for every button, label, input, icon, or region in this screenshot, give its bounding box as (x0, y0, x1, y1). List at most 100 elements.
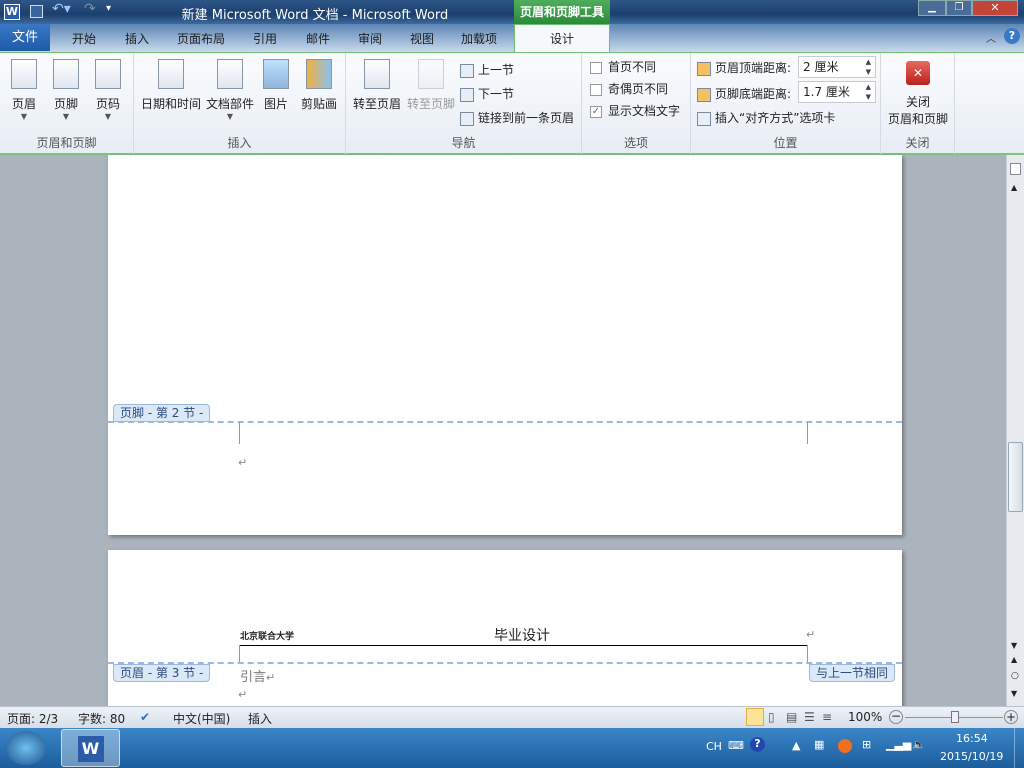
footer-button[interactable]: 页脚 ▼ (48, 59, 84, 121)
clipart-icon (306, 59, 332, 89)
body-text[interactable]: 引言↵ (240, 666, 275, 685)
previous-section-button[interactable]: 上一节 (460, 61, 514, 78)
windows-flag-icon[interactable]: ⊞ (862, 738, 871, 751)
header-distance-value: 2 厘米 (803, 60, 839, 74)
crop-mark (807, 645, 808, 663)
page-count[interactable]: 页面: 2/3 (7, 710, 58, 727)
goto-footer-label: 转至页脚 (406, 97, 455, 111)
close-header-footer-button[interactable]: ✕ 关闭 页眉和页脚 (883, 61, 953, 127)
ruler-toggle-icon[interactable] (1010, 163, 1021, 175)
security-tray-icon[interactable] (838, 739, 852, 753)
next-page-icon[interactable]: ▼ (1011, 689, 1017, 698)
spinner-arrows-icon[interactable]: ▲ ▼ (866, 82, 871, 102)
language[interactable]: 中文(中国) (173, 710, 230, 727)
header-distance-spinner[interactable]: 2 厘米 ▲ ▼ (798, 56, 876, 78)
undo-icon[interactable]: ↶▾ (52, 1, 71, 17)
tab-home[interactable]: 开始 (72, 28, 96, 50)
different-first-page-checkbox[interactable]: 首页不同 (590, 58, 656, 75)
picture-label: 图片 (263, 97, 288, 111)
quick-parts-icon (217, 59, 243, 89)
tab-addins[interactable]: 加载项 (461, 28, 497, 50)
proofing-icon[interactable]: ✔ (140, 710, 150, 724)
previous-section-label: 上一节 (478, 63, 515, 77)
paragraph-mark: ↵ (266, 671, 276, 684)
word-count[interactable]: 字数: 80 (78, 710, 125, 727)
footer-icon (53, 59, 79, 89)
datetime-button[interactable]: 日期和时间 (140, 59, 202, 112)
network-icon[interactable]: ▦ (814, 738, 824, 751)
header-title[interactable]: 毕业设计 (494, 625, 550, 645)
close-window-button[interactable]: ✕ (972, 0, 1018, 16)
browse-object-icon[interactable]: ○ (1011, 671, 1019, 681)
datetime-label: 日期和时间 (140, 97, 201, 111)
show-document-text-checkbox[interactable]: ✓ 显示文档文字 (590, 102, 680, 119)
next-section-label: 下一节 (478, 87, 515, 101)
show-hidden-icons[interactable]: ▲ (792, 739, 800, 752)
group-label: 插入 (227, 136, 252, 150)
scroll-up-icon[interactable]: ▲ (1011, 183, 1017, 192)
tab-review[interactable]: 审阅 (358, 28, 382, 50)
tab-file[interactable]: 文件 (0, 24, 50, 51)
page-number-button[interactable]: 页码 ▼ (90, 59, 126, 121)
insert-mode[interactable]: 插入 (248, 710, 272, 727)
clock-date[interactable]: 2015/10/19 (940, 750, 1003, 763)
tab-view[interactable]: 视图 (410, 28, 434, 50)
tab-design[interactable]: 设计 (514, 24, 610, 53)
checkbox-icon (590, 83, 602, 96)
clipart-button[interactable]: 剪贴画 (298, 59, 340, 112)
close-label-line1: 关闭 (905, 95, 930, 109)
goto-header-button[interactable]: 转至页眉 (350, 59, 404, 112)
draft-view-icon[interactable]: ≡ (822, 710, 832, 724)
full-screen-reading-icon[interactable]: ▯ (768, 710, 775, 724)
tab-page-layout[interactable]: 页面布局 (177, 28, 225, 50)
clock-time[interactable]: 16:54 (956, 732, 988, 745)
header-top-label: 页眉顶端距离: (697, 59, 791, 76)
help-tray-icon[interactable]: ? (750, 737, 765, 752)
tab-insert[interactable]: 插入 (125, 28, 149, 50)
group-label: 关闭 (905, 136, 930, 150)
zoom-level[interactable]: 100% (848, 710, 882, 724)
quick-parts-button[interactable]: 文档部件 ▼ (204, 59, 256, 121)
footer-bottom-text: 页脚底端距离: (715, 87, 792, 101)
keyboard-icon[interactable]: ⌨ (728, 739, 744, 752)
footer-distance-spinner[interactable]: 1.7 厘米 ▲ ▼ (798, 81, 876, 103)
tab-references[interactable]: 引用 (253, 28, 277, 50)
zoom-in-button[interactable]: + (1004, 710, 1018, 724)
context-tab-group-label: 页眉和页脚工具 (514, 0, 610, 24)
collapse-ribbon-icon[interactable]: ︿ (986, 30, 996, 45)
redo-icon[interactable]: ↷ (84, 1, 96, 17)
show-desktop-button[interactable] (1014, 728, 1024, 768)
start-button[interactable] (6, 731, 46, 765)
previous-page-icon[interactable]: ▲ (1011, 655, 1017, 664)
word-app-icon[interactable]: W (4, 4, 20, 20)
vertical-scrollbar[interactable]: ▲ ▼ ▲ ○ ▼ (1006, 155, 1024, 706)
maximize-button[interactable]: ❐ (946, 0, 972, 16)
volume-icon[interactable]: 🔈 (912, 738, 926, 751)
crop-mark (239, 422, 240, 444)
ime-indicator[interactable]: CH (706, 740, 722, 753)
header-section-tag: 页眉 - 第 3 节 - (113, 664, 211, 682)
scroll-down-icon[interactable]: ▼ (1011, 641, 1017, 650)
zoom-slider-thumb[interactable] (951, 711, 959, 723)
scroll-thumb[interactable] (1008, 442, 1023, 512)
tab-mailings[interactable]: 邮件 (306, 28, 330, 50)
spinner-arrows-icon[interactable]: ▲ ▼ (866, 57, 871, 77)
page-number-label: 页码 (95, 97, 120, 111)
picture-button[interactable]: 图片 (258, 59, 294, 112)
link-to-previous-button[interactable]: 链接到前一条页眉 (460, 109, 574, 126)
different-odd-even-checkbox[interactable]: 奇偶页不同 (590, 80, 668, 97)
zoom-out-button[interactable]: − (889, 710, 903, 724)
save-icon[interactable] (30, 5, 43, 18)
header-button[interactable]: 页眉 ▼ (6, 59, 42, 121)
taskbar-word-button[interactable]: W (61, 729, 120, 767)
insert-alignment-tab-button[interactable]: 插入“对齐方式”选项卡 (697, 109, 835, 126)
minimize-button[interactable]: ▁ (918, 0, 946, 16)
signal-icon[interactable]: ▁▃▅ (886, 738, 911, 751)
next-section-button[interactable]: 下一节 (460, 85, 514, 102)
print-layout-view-icon[interactable] (746, 708, 764, 726)
outline-view-icon[interactable]: ☰ (804, 710, 815, 724)
help-icon[interactable]: ? (1004, 28, 1020, 44)
web-layout-icon[interactable]: ▤ (786, 710, 797, 724)
customize-qat-icon[interactable]: ▾ (106, 3, 111, 14)
insert-alignment-label: 插入“对齐方式”选项卡 (715, 111, 836, 125)
